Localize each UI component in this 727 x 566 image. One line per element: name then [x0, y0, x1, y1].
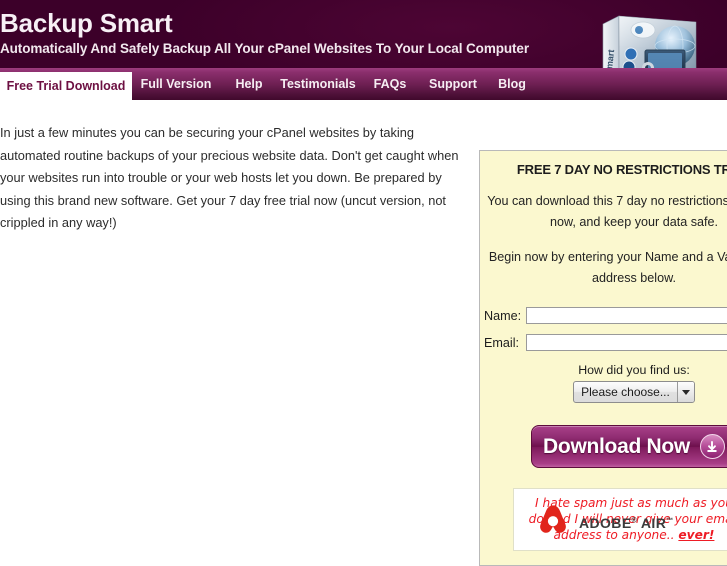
nav-item-free-trial-download[interactable]: Free Trial Download [0, 72, 132, 100]
page-title: Backup Smart [0, 8, 173, 38]
nav-label: FAQs [373, 77, 407, 91]
nav-label: Blog [498, 77, 526, 91]
nav-item-support[interactable]: Support [424, 68, 482, 100]
page-subtitle: Automatically And Safely Backup All Your… [0, 41, 529, 56]
nav-label: Free Trial Download [6, 79, 126, 93]
adobe-word: ADOBE [579, 514, 632, 531]
how-did-you-find-us-select[interactable]: Please choose... [573, 381, 695, 403]
select-value: Please choose... [581, 385, 670, 399]
how-did-you-find-us-label: How did you find us: [578, 363, 690, 377]
trademark-mark: ® [631, 516, 638, 524]
nav-label: Full Version [140, 77, 212, 91]
trademark-mark-2: ™ [666, 516, 674, 524]
nav-item-full-version[interactable]: Full Version [140, 68, 212, 100]
nav-item-blog[interactable]: Blog [492, 68, 532, 100]
panel-heading: FREE 7 DAY NO RESTRICTIONS TRIAL [516, 162, 727, 177]
download-button-row: Download Now [480, 425, 727, 468]
name-field-row: Name: [480, 307, 727, 324]
email-label: Email: [484, 335, 519, 350]
download-button-label: Download Now [543, 434, 690, 458]
nav-label: Help [235, 77, 263, 91]
panel-paragraph-1: You can download this 7 day no restricti… [487, 194, 727, 229]
nav-label: Testimonials [280, 77, 356, 91]
download-now-button[interactable]: Download Now [531, 425, 727, 468]
intro-paragraph: In just a few minutes you can be securin… [0, 125, 459, 230]
chevron-down-icon[interactable] [676, 382, 694, 402]
air-word: AIR [640, 514, 667, 531]
name-input[interactable] [526, 307, 727, 324]
nav-item-help[interactable]: Help [228, 68, 270, 100]
adobe-air-icon [536, 503, 570, 542]
download-arrow-icon [699, 434, 725, 459]
email-field-row: Email: [480, 334, 727, 351]
product-box-image: Backup Smart Automatically Backup Your c… [583, 2, 715, 68]
main-navigation: Free Trial Download Full Version Help Te… [0, 68, 727, 100]
nav-label: Support [429, 77, 477, 91]
svg-text:Backup Smart: Backup Smart [600, 49, 616, 68]
panel-paragraph-2: Begin now by entering your Name and a Va… [488, 250, 727, 285]
email-input[interactable] [526, 334, 727, 351]
spam-line-4: ever! [678, 528, 715, 542]
name-label: Name: [484, 308, 522, 323]
nav-item-testimonials[interactable]: Testimonials [280, 68, 356, 100]
nav-item-faqs[interactable]: FAQs [368, 68, 412, 100]
adobe-air-badge: ADOBE® AIR™ [536, 503, 674, 542]
how-did-you-find-us-row: Please choose... [480, 381, 727, 403]
site-header: Backup Smart Automatically And Safely Ba… [0, 0, 727, 68]
adobe-air-wordmark: ADOBE® AIR™ [579, 515, 674, 531]
